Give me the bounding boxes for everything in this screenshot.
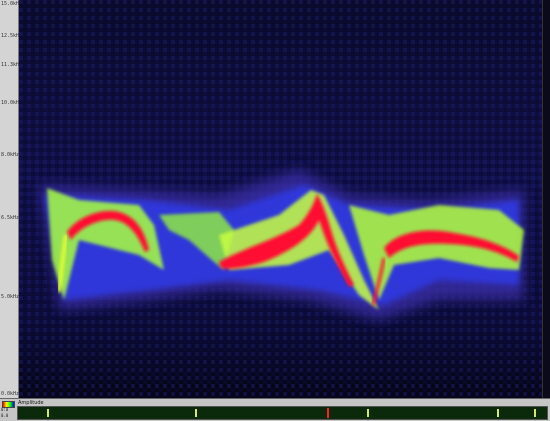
spectrogram-window: 15.0kHz 12.5kHz 11.3kHz 10.0kHz 8.0kHz 6… [0,0,550,421]
spectrogram-plot[interactable] [19,0,542,398]
frequency-axis: 15.0kHz 12.5kHz 11.3kHz 10.0kHz 8.0kHz 6… [0,0,22,398]
axis-tick: 8.0kHz [1,152,20,158]
amplitude-marker[interactable] [534,409,536,417]
amplitude-marker[interactable] [367,409,369,417]
amplitude-marker[interactable] [497,409,499,417]
amplitude-panel: Amplitude 0:0 0.0 [0,398,550,421]
selected-marker[interactable] [327,408,329,418]
side-label: 0:0 [1,407,9,412]
amplitude-marker[interactable] [47,409,49,417]
axis-tick: 6.5kHz [1,215,20,221]
amplitude-marker[interactable] [195,409,197,417]
axis-tick: 5.0kHz [1,294,20,300]
side-label: 0.0 [1,413,9,418]
vertical-scrollbar[interactable] [542,0,550,398]
spectrogram-image [19,0,542,398]
axis-tick: 0.0kHz [1,391,20,397]
amplitude-track[interactable] [17,406,548,420]
